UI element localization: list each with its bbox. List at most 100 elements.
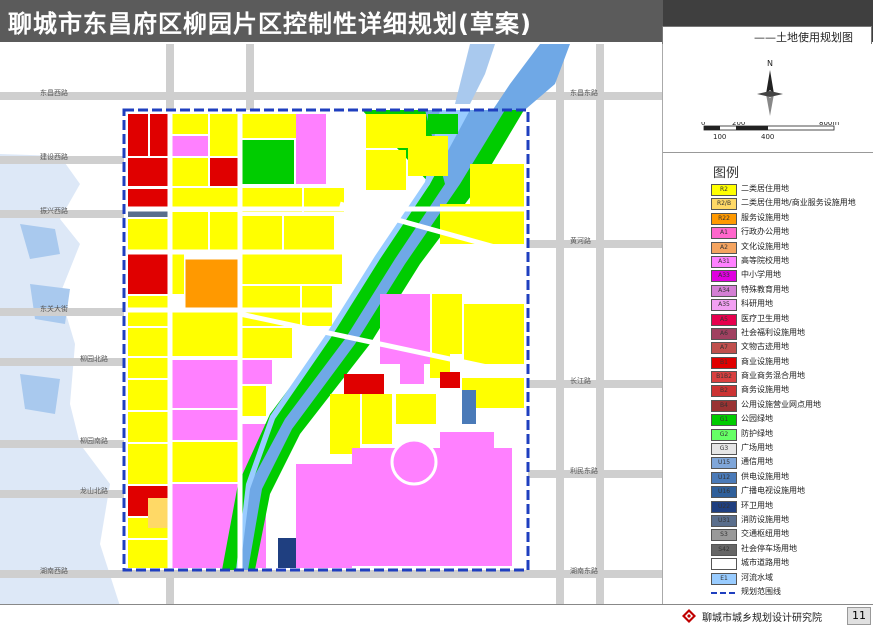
legend-swatch: B2 <box>711 385 737 398</box>
north-arrow-icon: N <box>757 59 783 116</box>
second-column-blocks <box>172 114 241 568</box>
legend-label: 通信用地 <box>741 457 773 467</box>
road-label-10: 柳园南路 <box>80 436 108 445</box>
legend-label: 公园绿地 <box>741 414 773 424</box>
land-use-map[interactable]: 东昌西路 东昌东路 建设西路 振兴西路 黄河路 长江路 利民东路 湖南东路 湖南… <box>0 44 662 606</box>
legend-swatch: A34 <box>711 284 737 297</box>
legend-label: 服务设施用地 <box>741 212 789 222</box>
legend-item: B2 商务设施用地 <box>711 383 871 398</box>
legend-item: S3 交通枢纽用地 <box>711 527 871 542</box>
legend-swatch: A2 <box>711 241 737 254</box>
legend-label: 医疗卫生用地 <box>741 313 789 323</box>
legend-label: 社会停车场用地 <box>741 543 797 553</box>
legend-label: 文化设施用地 <box>741 241 789 251</box>
road-label-4: 黄河路 <box>570 236 591 245</box>
legend-item: A33 中小学用地 <box>711 268 871 283</box>
legend-swatch: U16 <box>711 486 737 499</box>
road-label-12: 龙山北路 <box>80 486 108 495</box>
background-lake <box>0 154 120 606</box>
road-label-0: 东昌西路 <box>40 88 68 97</box>
scale-label-3: 400 <box>761 133 774 141</box>
legend-swatch: B4 <box>711 399 737 412</box>
road-label-8: 湖南西路 <box>40 566 68 575</box>
legend-swatch: A35 <box>711 299 737 312</box>
legend-item: G1 公园绿地 <box>711 412 871 427</box>
legend-item: G2 防护绿地 <box>711 427 871 441</box>
legend-label: 广播电视设施用地 <box>741 486 805 496</box>
legend-item: R22 服务设施用地 <box>711 211 871 225</box>
legend-label: 社会福利设施用地 <box>741 327 805 337</box>
pond-3 <box>20 374 60 414</box>
legend-label: 城市道路用地 <box>741 558 789 568</box>
page-title: 聊城市东昌府区柳园片区控制性详细规划(草案) <box>8 10 532 38</box>
legend-swatch: A7 <box>711 342 737 355</box>
legend-swatch: R22 <box>711 212 737 225</box>
legend-swatch: R2/B <box>711 198 737 211</box>
pond-2 <box>30 284 70 324</box>
legend-item: B1 商业设施用地 <box>711 355 871 369</box>
legend-label: 河流水域 <box>741 572 773 582</box>
legend-item: R2 二类居住用地 <box>711 182 871 196</box>
legend-swatch: R2 <box>711 184 737 196</box>
legend-divider <box>663 152 873 153</box>
legend-item: A2 文化设施用地 <box>711 240 871 254</box>
road-label-5: 长江路 <box>570 376 591 385</box>
legend-item: A35 科研用地 <box>711 297 871 312</box>
legend-label: 行政办公用地 <box>741 227 789 237</box>
legend-item: B1B2 商业商务混合用地 <box>711 369 871 384</box>
legend-item: 规划范围线 <box>711 585 871 599</box>
legend-label: 商务设施用地 <box>741 385 789 395</box>
legend-panel: N 0 200 100 400 800m 图例 R2 二类居住用地 R2/B 二类居住… <box>662 44 873 604</box>
road-label-1: 东昌东路 <box>570 88 598 97</box>
legend-swatch <box>711 591 735 594</box>
scale-label-2: 100 <box>713 133 726 141</box>
legend-label: 二类居住用地/商业服务设施用地 <box>741 198 856 208</box>
institute-name: 聊城市城乡规划设计研究院 <box>702 613 822 624</box>
legend-label: 交通枢纽用地 <box>741 529 789 539</box>
legend-swatch: E1 <box>711 572 737 585</box>
road-label-3: 振兴西路 <box>40 206 68 215</box>
legend-swatch: U15 <box>711 457 737 470</box>
scale-label-0: 0 <box>701 122 705 127</box>
legend-item: U16 广播电视设施用地 <box>711 484 871 499</box>
legend-item: B4 公用设施营业网点用地 <box>711 398 871 412</box>
legend-item: U12 供电设施用地 <box>711 470 871 484</box>
legend-swatch: U31 <box>711 514 737 527</box>
scale-label-1: 200 <box>732 122 745 127</box>
page-number: 11 <box>847 607 871 625</box>
road-label-11: 东关大街 <box>40 304 68 313</box>
road-label-9: 柳园北路 <box>80 354 108 363</box>
legend-swatch: A5 <box>711 313 737 326</box>
legend-label: 消防设施用地 <box>741 514 789 524</box>
scale-bar: 0 200 100 400 800m <box>701 122 839 141</box>
legend-label: 商业商务混合用地 <box>741 371 805 381</box>
legend-item: E1 河流水域 <box>711 571 871 585</box>
west-blocks <box>128 114 168 568</box>
legend-swatch: B1B2 <box>711 371 737 384</box>
legend-item: U22 环卫用地 <box>711 499 871 513</box>
legend-swatch: A31 <box>711 255 737 268</box>
legend-label: 文物古迹用地 <box>741 342 789 352</box>
legend-swatch: B1 <box>711 356 737 369</box>
legend-swatch: G3 <box>711 443 737 456</box>
road-label-2: 建设西路 <box>40 152 68 161</box>
scale-label-4: 800m <box>819 122 839 127</box>
legend-item: 城市道路用地 <box>711 556 871 571</box>
legend-swatch: G1 <box>711 414 737 427</box>
map-canvas: 东昌西路 东昌东路 建设西路 振兴西路 黄河路 长江路 利民东路 湖南东路 湖南… <box>0 44 662 606</box>
legend-label: 防护绿地 <box>741 428 773 438</box>
legend-item: U31 消防设施用地 <box>711 513 871 527</box>
legend-item: A7 文物古迹用地 <box>711 340 871 355</box>
legend-swatch: U22 <box>711 500 737 513</box>
legend-swatch: A33 <box>711 270 737 283</box>
legend-swatch: G2 <box>711 428 737 441</box>
legend-item: S42 社会停车场用地 <box>711 542 871 556</box>
legend-item: A5 医疗卫生用地 <box>711 312 871 326</box>
legend-swatch: U12 <box>711 471 737 484</box>
legend-label: 广场用地 <box>741 443 773 453</box>
legend-swatch: A1 <box>711 227 737 240</box>
svg-text:N: N <box>767 59 773 68</box>
road-label-6: 利民东路 <box>570 466 598 475</box>
legend-label: 供电设施用地 <box>741 471 789 481</box>
page-subtitle: ——土地使用规划图 <box>754 31 853 44</box>
